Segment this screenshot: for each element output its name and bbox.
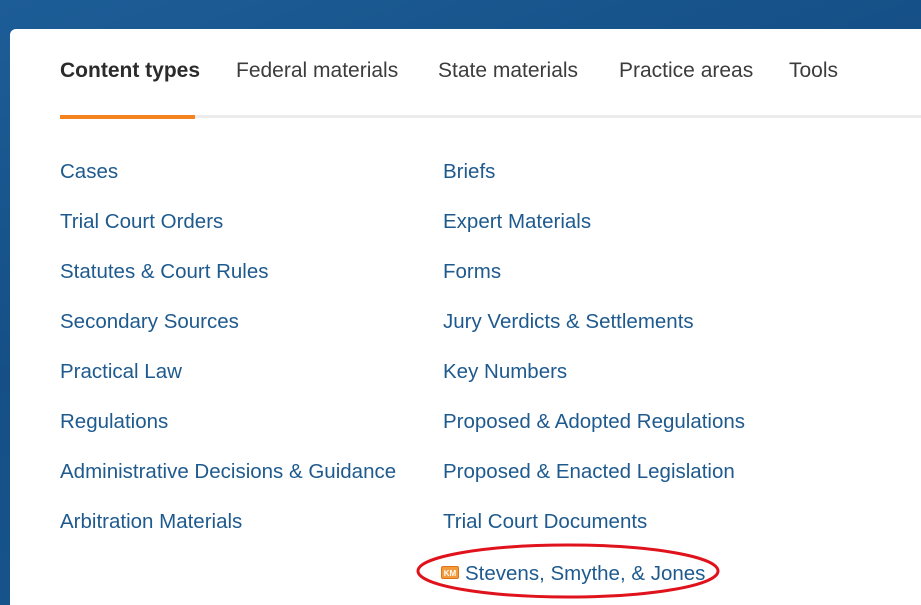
link-cases[interactable]: Cases [60, 159, 396, 209]
link-proposed-enacted-legislation[interactable]: Proposed & Enacted Legislation [443, 459, 745, 509]
link-expert-materials[interactable]: Expert Materials [443, 209, 745, 259]
active-tab-indicator [60, 115, 195, 119]
content-types-left-column: Cases Trial Court Orders Statutes & Cour… [60, 159, 396, 559]
link-statutes-court-rules[interactable]: Statutes & Court Rules [60, 259, 396, 309]
tab-practice-areas[interactable]: Practice areas [619, 59, 753, 83]
link-regulations[interactable]: Regulations [60, 409, 396, 459]
link-stevens-smythe-jones[interactable]: KM Stevens, Smythe, & Jones [441, 561, 705, 587]
link-key-numbers[interactable]: Key Numbers [443, 359, 745, 409]
link-secondary-sources[interactable]: Secondary Sources [60, 309, 396, 359]
content-types-right-column: Briefs Expert Materials Forms Jury Verdi… [443, 159, 745, 559]
km-flag-icon: KM [441, 566, 459, 579]
link-jury-verdicts-settlements[interactable]: Jury Verdicts & Settlements [443, 309, 745, 359]
tab-state-materials[interactable]: State materials [438, 59, 578, 83]
content-panel: Content types Federal materials State ma… [10, 29, 921, 605]
link-arbitration-materials[interactable]: Arbitration Materials [60, 509, 396, 559]
link-trial-court-documents[interactable]: Trial Court Documents [443, 509, 745, 559]
link-trial-court-orders[interactable]: Trial Court Orders [60, 209, 396, 259]
link-proposed-adopted-regulations[interactable]: Proposed & Adopted Regulations [443, 409, 745, 459]
link-forms[interactable]: Forms [443, 259, 745, 309]
link-practical-law[interactable]: Practical Law [60, 359, 396, 409]
link-briefs[interactable]: Briefs [443, 159, 745, 209]
tab-content-types[interactable]: Content types [60, 59, 200, 83]
km-item-label: Stevens, Smythe, & Jones [465, 562, 706, 585]
link-administrative-decisions-guidance[interactable]: Administrative Decisions & Guidance [60, 459, 396, 509]
tab-tools[interactable]: Tools [789, 59, 838, 83]
tab-federal-materials[interactable]: Federal materials [236, 59, 398, 83]
